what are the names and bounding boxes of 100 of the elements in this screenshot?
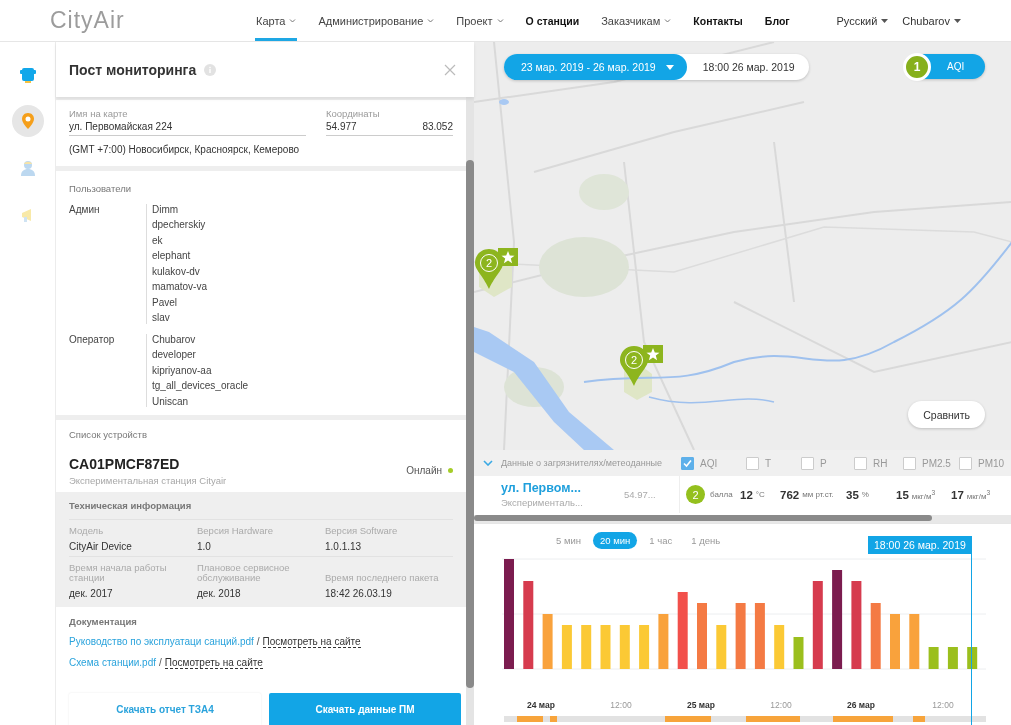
longitude-value: 83.052 bbox=[422, 121, 453, 132]
checkbox[interactable] bbox=[959, 456, 972, 470]
user-name: kipriyanov-aa bbox=[152, 364, 213, 376]
column-label: AQI bbox=[700, 457, 718, 469]
scrollbar[interactable] bbox=[466, 97, 474, 725]
user-menu[interactable]: Chubarov bbox=[902, 14, 961, 27]
chart-bar bbox=[774, 625, 785, 669]
separator-text: / bbox=[256, 635, 260, 648]
column-label: T bbox=[765, 457, 772, 469]
unit-text: % bbox=[861, 490, 869, 499]
status-text: Онлайн bbox=[406, 465, 442, 477]
section-title: Пользователи bbox=[69, 183, 132, 194]
latitude-value: 54.977 bbox=[326, 121, 357, 132]
caret-icon bbox=[881, 18, 889, 23]
unit-text: °C bbox=[755, 490, 765, 499]
caret-icon bbox=[427, 18, 435, 23]
chart-bar bbox=[658, 614, 669, 669]
timezone-text: (GMT +7:00) Новосибирск, Красноярск, Кемерово bbox=[69, 144, 301, 155]
column-label: PM10 bbox=[978, 457, 1005, 469]
field-label: Имя на карте bbox=[69, 108, 129, 119]
panel-title: Пост мониторинга bbox=[69, 61, 197, 78]
section-title: Техническая информация bbox=[69, 491, 453, 520]
field-label: Версия Software bbox=[325, 525, 399, 536]
language-menu[interactable]: Русский bbox=[836, 14, 889, 27]
unit-text: мкг/м$^{3}$ bbox=[911, 488, 936, 501]
role-label: Админ bbox=[69, 204, 101, 217]
chart-bar bbox=[716, 625, 727, 669]
info-icon[interactable] bbox=[204, 63, 217, 76]
field-label: Модель bbox=[69, 525, 105, 536]
map-marker-icon[interactable] bbox=[474, 248, 518, 290]
nav-link[interactable]: О станции bbox=[524, 3, 581, 41]
field-label: Плановое сервисное обслуживание bbox=[197, 562, 291, 583]
site-link[interactable]: Посмотреть на сайте bbox=[262, 635, 361, 648]
site-link[interactable]: Посмотреть на сайте bbox=[164, 656, 263, 669]
field-value: CityAir Device bbox=[69, 540, 133, 552]
coordinates-field[interactable]: 54.977 83.052 bbox=[326, 121, 453, 136]
user-name: kulakov-dv bbox=[152, 265, 201, 278]
checkbox[interactable] bbox=[681, 456, 694, 470]
field-value: 1.0 bbox=[197, 540, 212, 552]
checkbox[interactable] bbox=[746, 456, 759, 470]
compare-button[interactable]: Сравнить bbox=[908, 401, 985, 428]
nav-link[interactable]: Администрирование bbox=[317, 3, 436, 41]
chart-bar bbox=[619, 625, 630, 669]
field-label: Координаты bbox=[326, 108, 381, 119]
chart-bar bbox=[947, 647, 958, 669]
field-value: 18:42 26.03.19 bbox=[325, 587, 393, 599]
caret-icon bbox=[496, 18, 504, 23]
caret-icon bbox=[665, 64, 674, 70]
axis-label: 24 мар bbox=[527, 700, 555, 710]
chart-bar bbox=[967, 647, 978, 669]
device-icon bbox=[18, 65, 37, 83]
reading-value: 15 bbox=[896, 488, 909, 501]
section-title: Данные о загрязнителях/метеоданные bbox=[501, 458, 663, 468]
chart-bar bbox=[639, 625, 650, 669]
user-name: dpecherskiy bbox=[152, 219, 207, 231]
axis-label: 12:00 bbox=[770, 700, 792, 710]
device-description: Экспериментальная станция Cityair bbox=[69, 474, 228, 486]
unit-text: балла bbox=[710, 490, 733, 499]
checkbox[interactable] bbox=[903, 456, 916, 470]
chart-bar bbox=[735, 603, 746, 669]
reading-value: 17 bbox=[951, 488, 964, 501]
chevron-icon[interactable] bbox=[483, 460, 493, 466]
time-cursor-line[interactable] bbox=[971, 554, 972, 725]
checkbox[interactable] bbox=[801, 456, 814, 470]
coordinates-text: 54.97... bbox=[624, 489, 657, 500]
column-label: PM2.5 bbox=[922, 457, 951, 469]
map-marker-icon[interactable] bbox=[619, 345, 663, 387]
sidebar-item[interactable] bbox=[11, 105, 44, 137]
chart-bar bbox=[909, 614, 920, 669]
field-label: Время начала работы станции bbox=[69, 562, 168, 583]
user-name: mamatov-va bbox=[152, 281, 207, 293]
checkbox[interactable] bbox=[854, 456, 867, 470]
caret-icon bbox=[954, 18, 961, 23]
user-name: Dimm bbox=[152, 204, 180, 216]
close-icon[interactable] bbox=[444, 63, 456, 76]
chart-bar bbox=[754, 603, 765, 669]
nav-link[interactable]: Контакты bbox=[692, 3, 744, 41]
chart-bar bbox=[870, 603, 881, 669]
user-name: developer bbox=[152, 349, 197, 361]
user-name: slav bbox=[152, 312, 171, 324]
chart-bar bbox=[928, 647, 939, 669]
field-label: Версия Hardware bbox=[197, 525, 274, 536]
section-title: Документация bbox=[69, 615, 138, 627]
nav-link[interactable]: Блог bbox=[763, 3, 791, 41]
caret-icon bbox=[664, 18, 672, 23]
chart-bar bbox=[600, 625, 611, 669]
user-name: ek bbox=[152, 234, 164, 247]
reading-value: 12 bbox=[740, 488, 753, 501]
station-description: Эксперименталь... bbox=[501, 497, 584, 508]
user-icon bbox=[18, 159, 37, 177]
field-value: 1.0.1.13 bbox=[325, 540, 363, 552]
time-selector[interactable]: 18:00 26 мар. 2019 bbox=[686, 54, 809, 80]
chart-bar bbox=[890, 614, 900, 669]
scrollbar[interactable] bbox=[474, 515, 1011, 523]
name-field[interactable]: ул. Первомайская 224 bbox=[69, 121, 306, 136]
device-id[interactable]: CA01PMCF87ED bbox=[69, 455, 407, 472]
reading-value: 762 bbox=[780, 488, 800, 501]
nav-link[interactable]: Заказчикам bbox=[600, 3, 673, 41]
caret-icon bbox=[289, 18, 297, 23]
nav-link[interactable]: Проект bbox=[455, 3, 505, 41]
